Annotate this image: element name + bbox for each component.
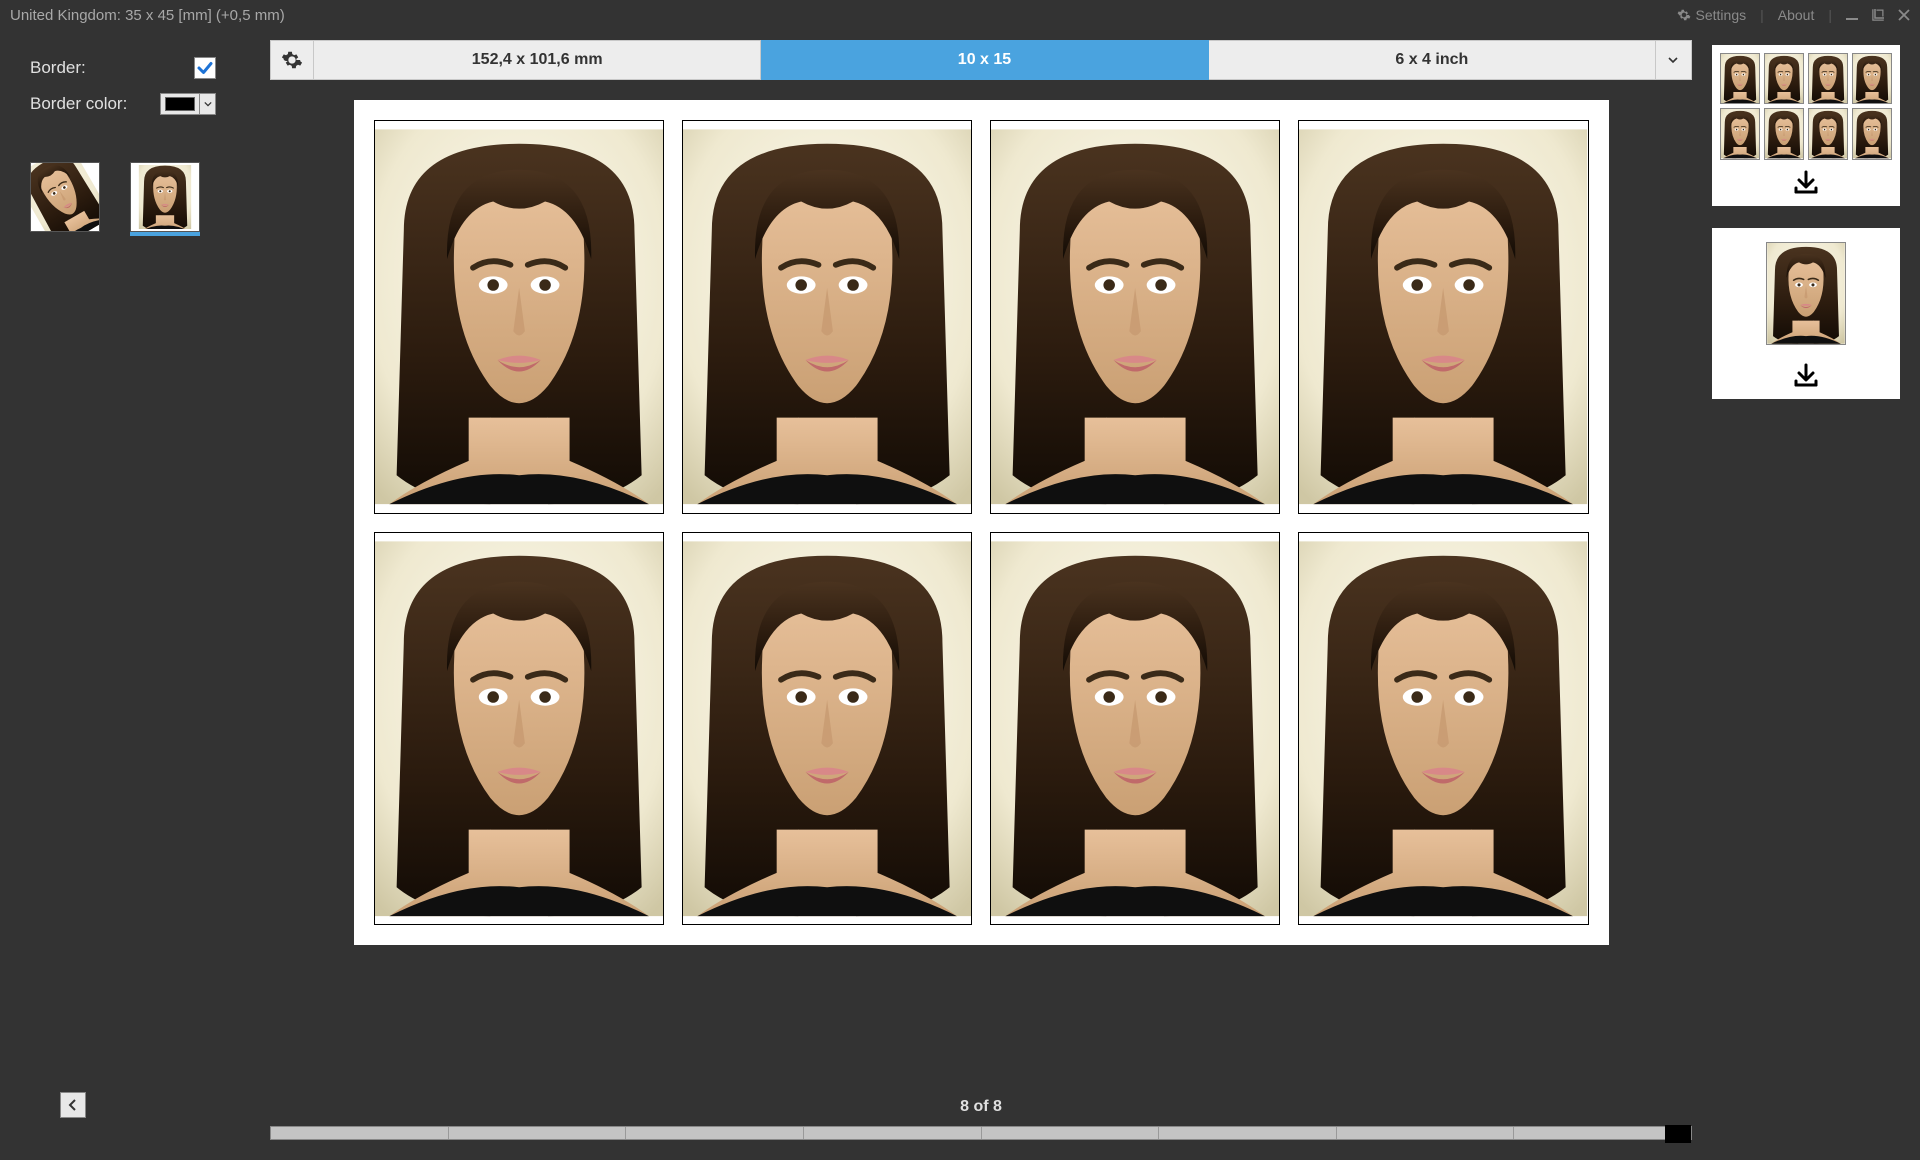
gear-icon [1677,8,1691,22]
title-bar: United Kingdom: 35 x 45 [mm] (+0,5 mm) S… [0,0,1920,30]
export-single-preview [1720,236,1892,353]
border-color-label: Border color: [30,94,160,114]
download-icon [1791,363,1821,389]
slider-handle[interactable] [1665,1125,1691,1143]
minimize-button[interactable] [1846,9,1858,21]
download-icon [1791,170,1821,196]
center-panel: 152,4 x 101,6 mm 10 x 15 6 x 4 inch 8 of… [270,30,1692,1160]
mini-cell [1764,108,1804,159]
export-sheet-card [1712,45,1900,206]
print-cell[interactable] [374,120,664,514]
size-more-button[interactable] [1656,40,1692,80]
source-thumbnails [30,162,240,232]
slider-ticks [271,1127,1691,1139]
about-link[interactable]: About [1778,7,1815,23]
thumbnail-cropped[interactable] [130,162,200,232]
close-icon [1898,9,1910,21]
face-image [1299,121,1587,513]
size-option-2[interactable]: 6 x 4 inch [1209,40,1656,80]
print-preview [270,100,1692,1084]
prev-page-button[interactable] [60,1092,86,1118]
separator: | [1828,7,1832,23]
face-image [30,162,100,232]
face-image [683,533,971,925]
right-panel [1692,30,1920,1160]
print-size-bar: 152,4 x 101,6 mm 10 x 15 6 x 4 inch [270,40,1692,80]
face-image [991,121,1279,513]
border-label: Border: [30,58,160,78]
print-cell[interactable] [1298,120,1588,514]
mini-cell [1852,53,1892,104]
size-option-1[interactable]: 10 x 15 [761,40,1208,80]
download-single-button[interactable] [1720,363,1892,389]
print-cell[interactable] [374,532,664,926]
mini-cell [1720,53,1760,104]
mini-cell [1852,108,1892,159]
face-image [131,163,199,231]
check-icon [196,59,214,77]
mini-cell [1808,108,1848,159]
close-button[interactable] [1898,9,1910,21]
chevron-down-icon [199,94,215,114]
gear-icon [281,49,303,71]
download-sheet-button[interactable] [1720,170,1892,196]
border-color-select[interactable] [160,93,216,115]
print-cell[interactable] [1298,532,1588,926]
face-image [1299,533,1587,925]
face-image [375,533,663,925]
export-single-card [1712,228,1900,399]
chevron-down-icon [1668,55,1678,65]
settings-link[interactable]: Settings [1677,7,1747,23]
mini-cell [1720,108,1760,159]
maximize-icon [1872,9,1884,21]
print-cell[interactable] [990,532,1280,926]
left-panel: Border: Border color: [0,30,270,1160]
count-slider[interactable] [270,1126,1692,1140]
border-row: Border: [30,50,240,86]
print-cell[interactable] [990,120,1280,514]
photo-counter: 8 of 8 [270,1098,1692,1116]
chevron-left-icon [68,1099,78,1111]
print-settings-button[interactable] [270,40,314,80]
face-image [991,533,1279,925]
mini-cell [1764,53,1804,104]
separator: | [1760,7,1764,23]
print-cell[interactable] [682,532,972,926]
minimize-icon [1846,9,1858,21]
thumbnail-original[interactable] [30,162,100,232]
maximize-button[interactable] [1872,9,1884,21]
border-checkbox[interactable] [194,57,216,79]
face-image [375,121,663,513]
mini-cell [1808,53,1848,104]
border-color-swatch [165,97,195,111]
border-color-row: Border color: [30,86,240,122]
export-sheet-preview [1720,53,1892,160]
count-slider-row [270,1126,1692,1140]
window-controls: Settings | About | [1677,7,1910,23]
window-title: United Kingdom: 35 x 45 [mm] (+0,5 mm) [10,7,285,24]
size-option-0[interactable]: 152,4 x 101,6 mm [314,40,761,80]
print-sheet [354,100,1609,945]
print-cell[interactable] [682,120,972,514]
mini-cell [1766,242,1846,345]
face-image [683,121,971,513]
